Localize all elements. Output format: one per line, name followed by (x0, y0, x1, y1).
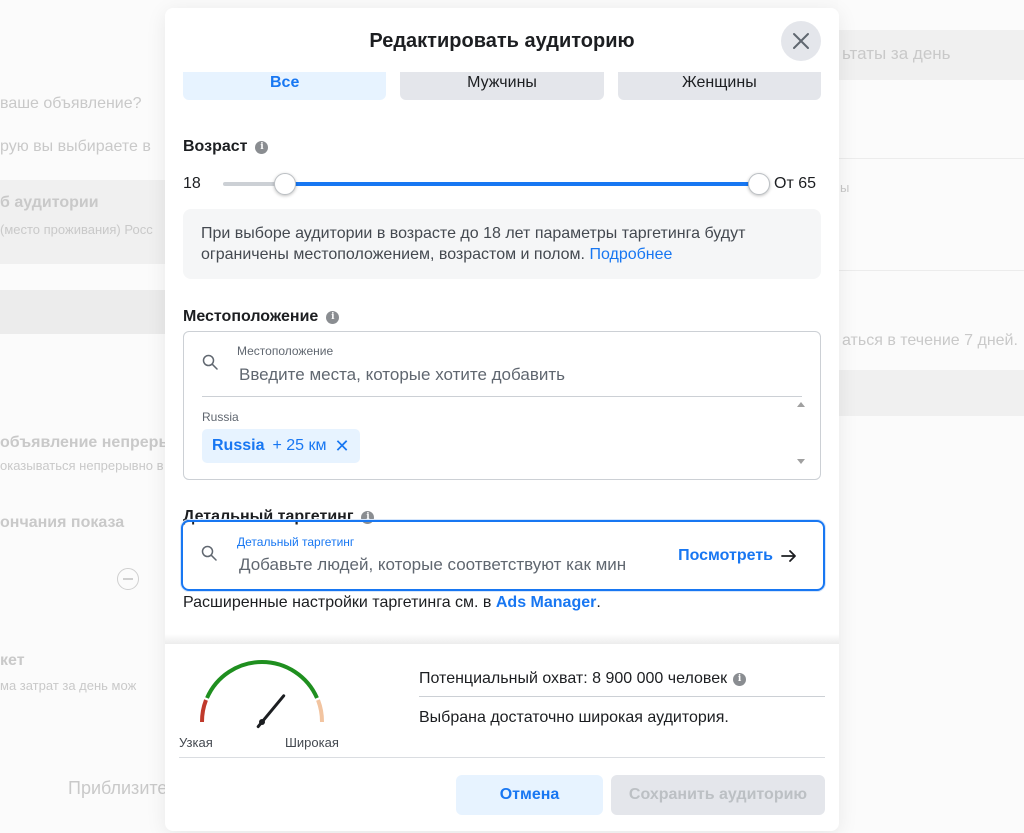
cancel-button[interactable]: Отмена (456, 775, 603, 815)
gauge-narrow-label: Узкая (179, 735, 213, 750)
location-field: Местоположение Введите места, которые хо… (183, 331, 821, 480)
close-button[interactable] (781, 21, 821, 61)
location-country-heading: Russia (202, 410, 239, 424)
background-budget-sub: ма затрат за день мож (0, 678, 137, 693)
reach-divider (419, 696, 825, 697)
close-icon (793, 33, 809, 49)
dialog-scroll-area[interactable]: Все Мужчины Женщины Возраст i 18 От 65 П… (165, 72, 839, 638)
age-label: Возраст (183, 138, 248, 155)
gauge-wide-label: Широкая (285, 735, 339, 750)
gauge-pivot (259, 719, 265, 725)
browse-button[interactable]: Посмотреть (678, 547, 797, 565)
gauge-dial (199, 659, 325, 729)
scroll-shadow (165, 634, 839, 644)
location-chip-russia[interactable]: Russia + 25 км ✕ (202, 429, 360, 463)
location-section-label: Местоположение i (183, 308, 340, 326)
gender-selector: Все Мужчины Женщины (183, 72, 821, 100)
age-notice: При выборе аудитории в возрасте до 18 ле… (183, 209, 821, 279)
background-question: ваше объявление? (0, 95, 142, 112)
ads-manager-link[interactable]: Ads Manager (496, 594, 596, 611)
age-min-handle[interactable] (274, 173, 296, 195)
location-placeholder: Введите места, которые хотите добавить (239, 365, 565, 384)
potential-reach: Потенциальный охват: 8 900 000 человек i (419, 670, 747, 688)
background-audience-sub: (место проживания) Росс (0, 222, 153, 237)
advanced-settings-text: Расширенные настройки таргетинга см. в (183, 594, 492, 611)
minus-circle-icon (117, 568, 139, 590)
period: . (596, 594, 601, 611)
advanced-settings-note: Расширенные настройки таргетинга см. в A… (183, 594, 601, 612)
background-divider (838, 158, 1024, 159)
background-question-sub: рую вы выбираете в (0, 138, 151, 155)
browse-label: Посмотреть (678, 547, 773, 564)
background-continuous-sub: оказываться непрерывно в (0, 458, 164, 473)
info-icon[interactable]: i (255, 140, 269, 154)
location-search-input[interactable]: Местоположение Введите места, которые хо… (184, 332, 820, 396)
chip-radius[interactable]: + 25 км (272, 437, 326, 455)
background-continuous: объявление непреры (0, 434, 173, 451)
learn-more-link[interactable]: Подробнее (589, 246, 672, 263)
audience-size-gauge: Узкая Широкая (177, 652, 347, 752)
background-results-title: ьтаты за день (842, 44, 951, 63)
info-icon[interactable]: i (326, 310, 340, 324)
location-divider (202, 396, 802, 397)
background-estimate: Приблизите (68, 778, 168, 798)
background-budget: кет (0, 652, 25, 669)
scroll-down-icon[interactable] (797, 459, 805, 464)
detailed-targeting-placeholder: Добавьте людей, которые соответствуют ка… (239, 555, 627, 574)
location-field-caption: Местоположение (237, 344, 334, 358)
location-list-scrollbar[interactable] (796, 398, 806, 468)
location-label: Местоположение (183, 308, 319, 325)
background-audience: б аудитории (0, 194, 99, 211)
save-audience-button[interactable]: Сохранить аудиторию (611, 775, 825, 815)
age-section-label: Возраст i (183, 138, 269, 156)
gender-female-button[interactable]: Женщины (617, 72, 821, 100)
arrow-right-icon (781, 550, 796, 562)
background-left-panel (0, 0, 170, 833)
age-max-handle[interactable] (748, 173, 770, 195)
audience-description: Выбрана достаточно широкая аудитория. (419, 709, 729, 726)
dialog-title: Редактировать аудиторию (369, 30, 635, 52)
background-right-panel (838, 0, 1024, 833)
edit-audience-dialog: Редактировать аудиторию Все Мужчины Женщ… (165, 8, 839, 831)
search-icon (201, 545, 217, 561)
chip-location-name: Russia (212, 437, 265, 454)
background-divider (838, 270, 1024, 271)
background-end-date: ончания показа (0, 514, 125, 531)
age-max-value: От 65 (774, 175, 817, 192)
detailed-targeting-input[interactable]: Детальный таргетинг Добавьте людей, кото… (181, 520, 825, 591)
remove-location-icon[interactable]: ✕ (335, 436, 350, 457)
search-icon (202, 354, 218, 370)
gender-male-button[interactable]: Мужчины (400, 72, 604, 100)
scroll-up-icon[interactable] (797, 402, 805, 407)
background-card (838, 370, 1024, 416)
detailed-targeting-caption: Детальный таргетинг (237, 535, 355, 549)
background-card (0, 290, 170, 334)
gender-all-button[interactable]: Все (183, 72, 387, 100)
info-icon[interactable]: i (733, 672, 747, 686)
footer-divider (179, 757, 825, 758)
age-slider-range (285, 182, 759, 186)
background-hint: аться в течение 7 дней. (842, 332, 1018, 349)
potential-reach-text: Потенциальный охват: 8 900 000 человек (419, 670, 728, 687)
age-min-value: 18 (183, 175, 201, 192)
background-fragment: ы (840, 180, 850, 195)
